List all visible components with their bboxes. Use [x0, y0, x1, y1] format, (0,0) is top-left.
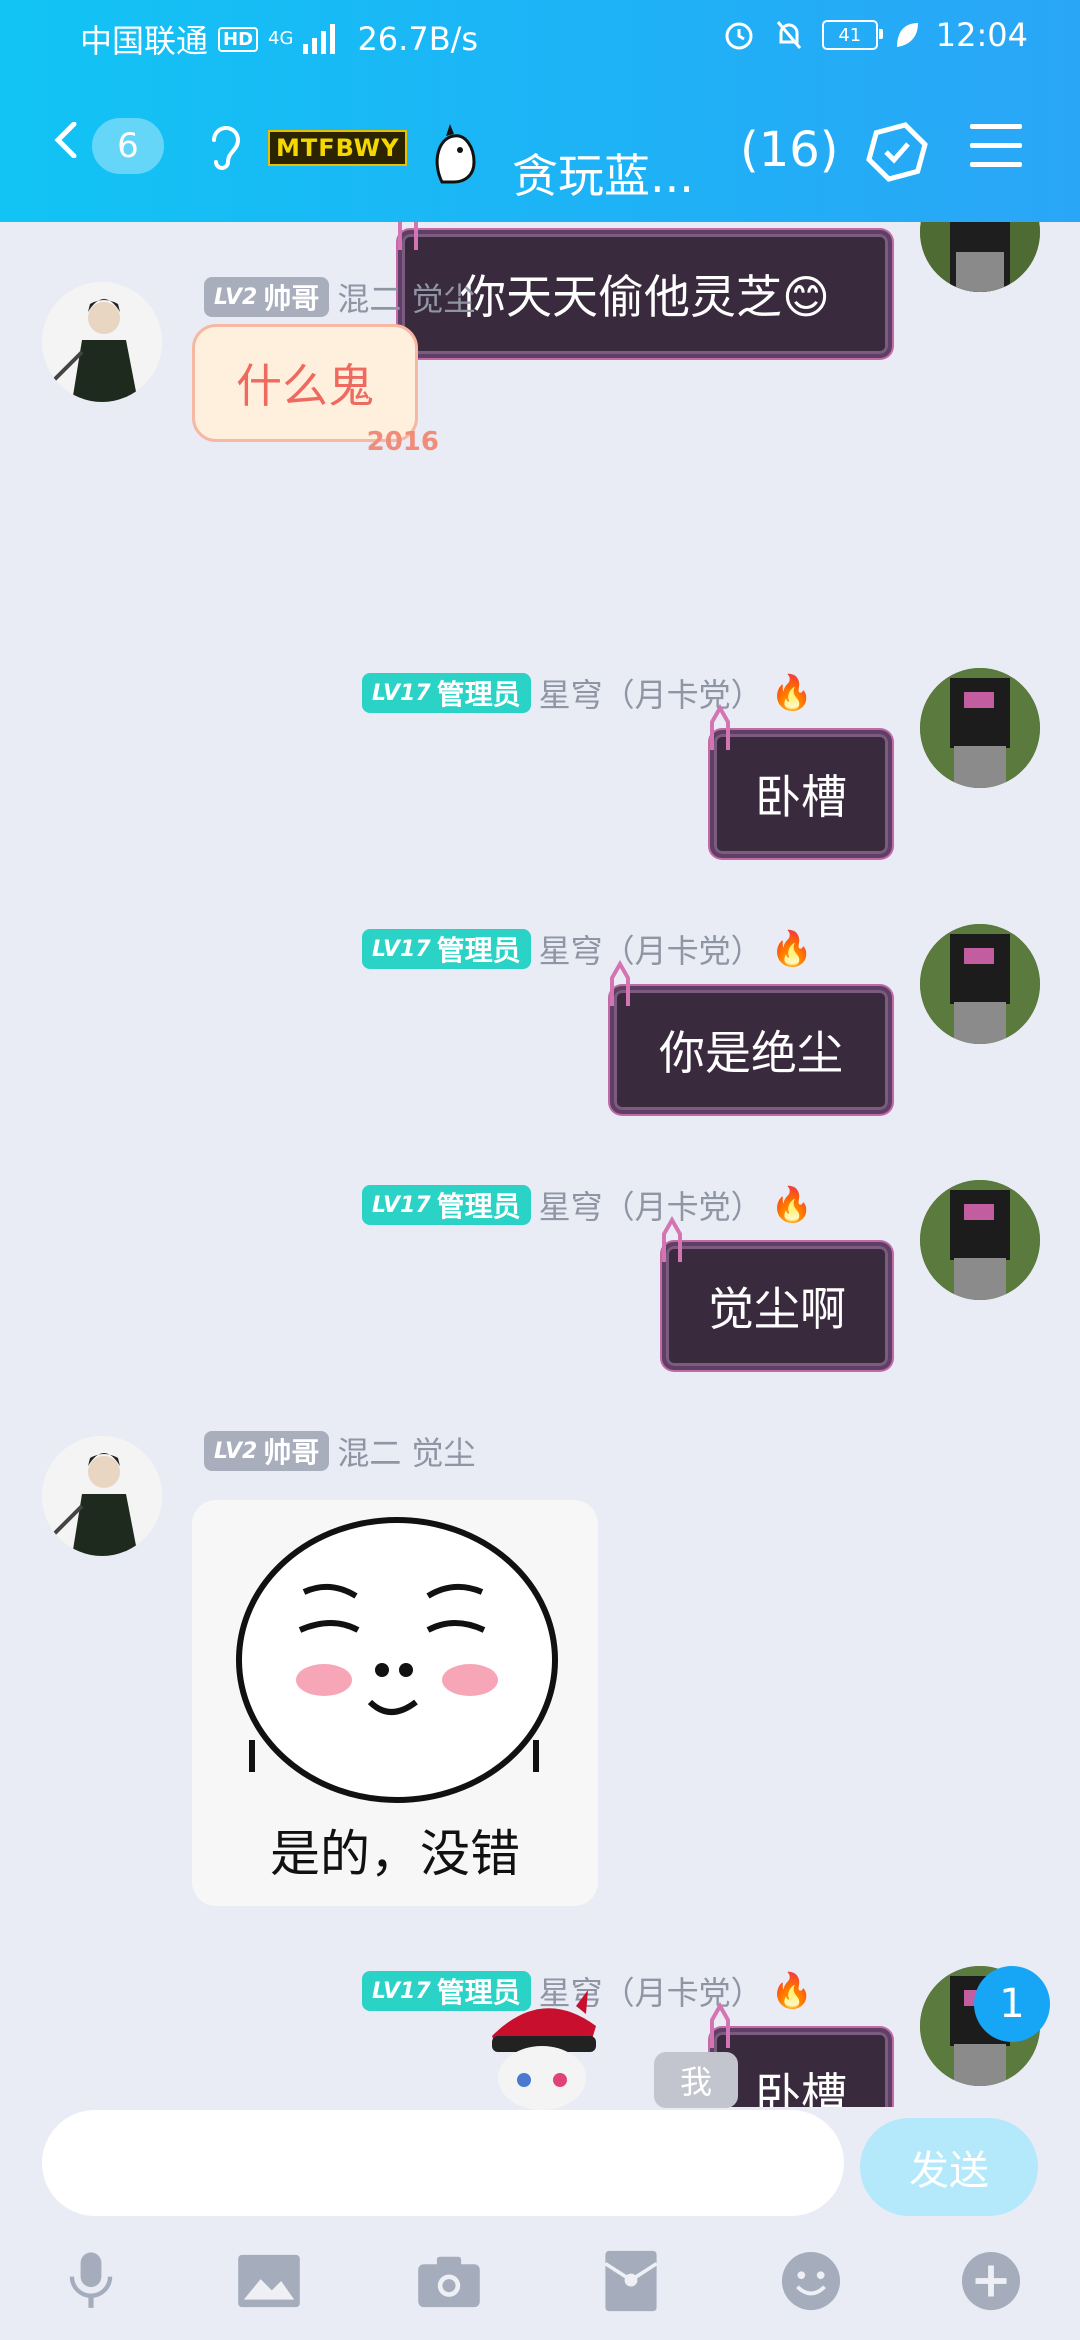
level-label: LV17 — [372, 1978, 431, 2004]
game-tag-icon[interactable] — [862, 122, 932, 182]
message-text: 你是绝尘 — [659, 1026, 843, 1080]
avatar[interactable] — [920, 668, 1040, 788]
title-label: 管理员 — [436, 1190, 521, 1223]
message-text: 觉尘啊 — [708, 1282, 846, 1336]
carrier-label: 中国联通 — [80, 22, 209, 60]
chat-bubble[interactable]: 什么鬼 2016 — [192, 324, 439, 457]
avatar[interactable] — [42, 1436, 162, 1556]
fire-icon: 🔥 — [770, 1971, 814, 2011]
battery-level: 41 — [838, 24, 862, 46]
message-text: 卧槽 — [755, 770, 847, 824]
group-name[interactable]: 贪玩蓝... — [512, 140, 694, 206]
level-label: LV17 — [372, 680, 431, 706]
bubble-ornament — [662, 1215, 682, 1262]
battery-icon: 41 — [821, 20, 883, 50]
avatar[interactable] — [42, 282, 162, 402]
emoji-icon[interactable] — [776, 2246, 846, 2316]
fire-icon: 🔥 — [770, 1185, 814, 1225]
clock: 12:04 — [935, 16, 1028, 54]
bubble-ornament — [710, 703, 730, 750]
chat-bubble[interactable]: 卧槽 — [710, 703, 892, 858]
sticker-caption: 是的，没错 — [270, 1825, 520, 1883]
network-label: 4G — [268, 28, 294, 49]
mic-icon[interactable] — [56, 2246, 126, 2316]
signal-icon — [303, 24, 336, 54]
net-speed: 26.7B/s — [357, 20, 479, 58]
ear-icon[interactable] — [206, 122, 242, 174]
input-row: 发送 — [0, 2106, 1080, 2232]
avatar[interactable] — [920, 1180, 1040, 1300]
message-text: 卧槽 — [755, 2068, 847, 2107]
alarm-icon — [725, 22, 753, 50]
leaf-icon — [896, 23, 918, 47]
bubble-ornament — [710, 2001, 730, 2048]
level-label: LV17 — [372, 936, 431, 962]
sender-name[interactable]: 混二 觉尘 — [337, 1428, 475, 1474]
camera-icon[interactable] — [414, 2246, 484, 2316]
chat-bubble[interactable]: 觉尘啊 — [662, 1215, 892, 1370]
sender-line: LV17 管理员 星穹（月卡党） 🔥 — [362, 926, 813, 972]
level-label: LV2 — [214, 1438, 258, 1464]
sender-name[interactable]: 星穹（月卡党） — [539, 1182, 763, 1228]
bubble-ornament — [610, 959, 630, 1006]
new-message-badge[interactable]: 1 — [974, 1966, 1050, 2042]
bubble-ornament — [398, 222, 418, 250]
red-packet-icon[interactable] — [596, 2246, 666, 2316]
send-button[interactable]: 发送 — [860, 2118, 1038, 2216]
level-label: LV2 — [214, 284, 258, 310]
message-text: 什么鬼 — [236, 359, 374, 413]
title-bar: 6 MTFBWY 贪玩蓝... (16) — [0, 100, 1080, 203]
mtfbwy-badge: MTFBWY — [268, 130, 408, 166]
sender-line: LV2 帅哥 混二 觉尘 — [204, 274, 476, 320]
sticker-message[interactable]: 是的，没错 — [192, 1500, 598, 1906]
mute-bell-icon — [776, 21, 801, 49]
unread-count-pill[interactable]: 6 — [92, 118, 164, 174]
image-icon[interactable] — [234, 2246, 304, 2316]
sender-line: LV2 帅哥 混二 觉尘 — [204, 1428, 476, 1474]
hd-badge: HD — [218, 26, 259, 52]
message-input[interactable] — [42, 2110, 844, 2216]
bubble-tag: 2016 — [366, 427, 439, 457]
menu-icon[interactable] — [970, 122, 1022, 170]
fire-icon: 🔥 — [770, 929, 814, 969]
back-chevron-icon[interactable] — [48, 122, 84, 158]
message-text: 你天天偷他灵芝😊 — [460, 270, 830, 324]
bird-avatar-icon — [435, 124, 476, 184]
message-list[interactable]: 你天天偷他灵芝😊 LV2 帅哥 混二 觉尘 什么鬼 2016 LV17 管理员 星穹… — [0, 222, 1080, 2107]
admin-badge: LV17 管理员 — [362, 929, 531, 969]
avatar[interactable] — [920, 222, 1040, 292]
title-label: 管理员 — [436, 934, 521, 967]
title-label: 管理员 — [436, 678, 521, 711]
level-badge: LV2 帅哥 — [204, 277, 330, 317]
level-badge: LV2 帅哥 — [204, 1431, 330, 1471]
me-chip[interactable]: 我 — [654, 2052, 738, 2108]
plus-icon[interactable] — [956, 2246, 1026, 2316]
title-label: 帅哥 — [263, 282, 320, 315]
fire-icon: 🔥 — [770, 673, 814, 713]
member-count[interactable]: (16) — [740, 122, 839, 178]
status-bar: 中国联通 HD 4G 26.7B/s 41 12:04 — [0, 0, 1080, 76]
title-label: 帅哥 — [263, 1436, 320, 1469]
avatar[interactable] — [920, 924, 1040, 1044]
input-toolbar — [0, 2232, 1080, 2340]
admin-badge: LV17 管理员 — [362, 1185, 531, 1225]
chat-bubble[interactable]: 你是绝尘 — [610, 959, 892, 1114]
sender-line: LV17 管理员 星穹（月卡党） 🔥 — [362, 1182, 813, 1228]
admin-badge: LV17 管理员 — [362, 673, 531, 713]
chibi-mascot[interactable] — [472, 1986, 612, 2110]
sender-name[interactable]: 混二 觉尘 — [337, 274, 475, 320]
chat-header: 中国联通 HD 4G 26.7B/s 41 12:04 6 MTFBWY 贪玩蓝… — [0, 0, 1080, 222]
level-label: LV17 — [372, 1192, 431, 1218]
